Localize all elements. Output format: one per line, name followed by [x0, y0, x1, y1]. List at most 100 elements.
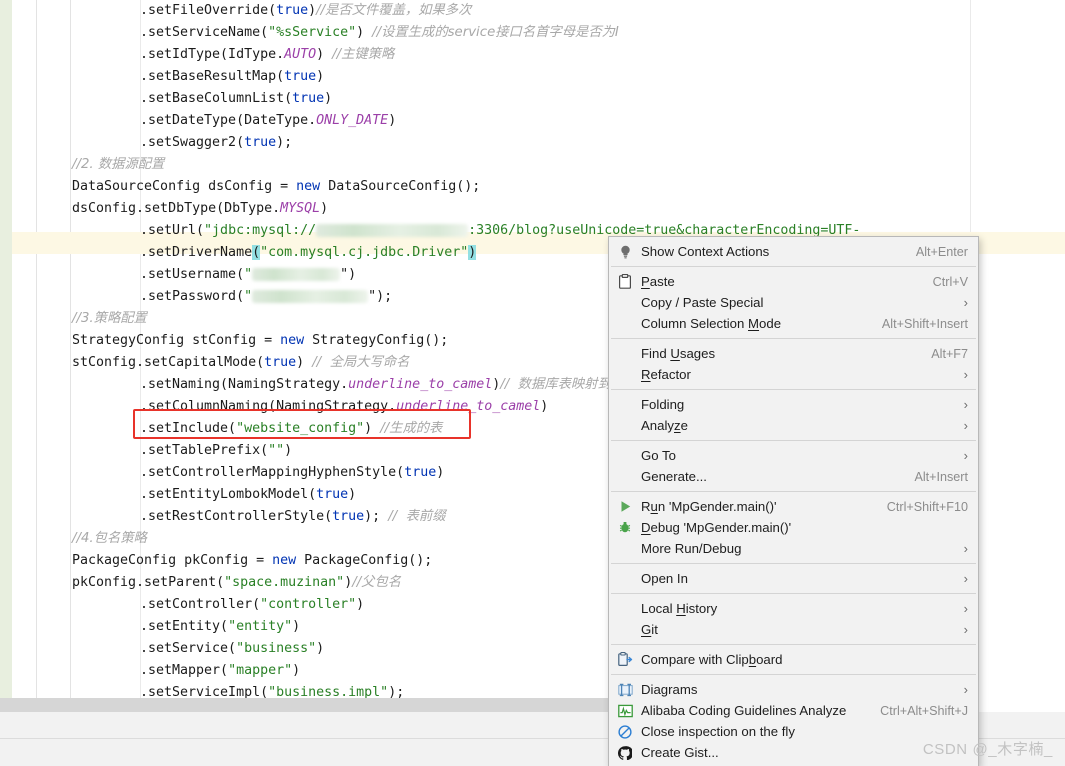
code-token: StrategyConfig();: [304, 333, 449, 348]
code-line: .setController("controller"): [140, 594, 364, 616]
menu-item-local-history[interactable]: Local History ›: [609, 598, 978, 619]
editor-context-menu[interactable]: Show Context Actions Alt+Enter Paste Ctrl+V…: [608, 236, 979, 766]
debug-icon: [615, 520, 635, 536]
code-token: DataSourceConfig();: [320, 179, 481, 194]
code-token: // 全局大写命名: [312, 355, 410, 370]
vcs-change-marker-strip: [0, 0, 12, 712]
menu-item-label: Show Context Actions: [641, 244, 770, 259]
chevron-right-icon: ›: [963, 367, 968, 382]
code-line: .setDriverName("com.mysql.cj.jdbc.Driver…: [140, 242, 477, 264]
code-token: .setIdType(IdType.: [140, 47, 285, 62]
code-token: (: [252, 245, 261, 260]
code-token: true: [292, 91, 325, 106]
menu-item-generate[interactable]: Generate... Alt+Insert: [609, 466, 978, 487]
menu-item-label: Open In: [641, 571, 688, 586]
code-line: .setEntity("entity"): [140, 616, 300, 638]
menu-item-git[interactable]: Git ›: [609, 619, 978, 640]
code-token: "entity": [228, 619, 293, 634]
code-token: true: [276, 3, 309, 18]
menu-item-copy-paste-special[interactable]: Copy / Paste Special ›: [609, 292, 978, 313]
menu-item-show-context-actions[interactable]: Show Context Actions Alt+Enter: [609, 241, 978, 262]
menu-item-label: Git: [641, 622, 658, 637]
code-line: .setEntityLombokModel(true): [140, 484, 356, 506]
code-token: .setController(: [140, 597, 261, 612]
menu-item-analyze[interactable]: Analyze ›: [609, 415, 978, 436]
code-token: "%sService": [268, 25, 357, 40]
menu-item-diagrams[interactable]: Diagrams ›: [609, 679, 978, 700]
menu-separator: [611, 389, 976, 390]
code-line: .setPassword(" ");: [140, 286, 392, 308]
menu-item-alibaba-analyze[interactable]: Alibaba Coding Guidelines Analyze Ctrl+Al…: [609, 700, 978, 721]
code-token: ): [296, 355, 313, 370]
code-token: );: [276, 135, 293, 150]
menu-item-shortcut: Ctrl+V: [932, 274, 968, 289]
code-token: .setServiceName(: [140, 25, 269, 40]
code-token: .setRestControllerStyle(: [140, 509, 333, 524]
menu-item-folding[interactable]: Folding ›: [609, 394, 978, 415]
code-token: "space.muzinan": [224, 575, 345, 590]
menu-item-open-in[interactable]: Open In ›: [609, 568, 978, 589]
menu-item-find-usages[interactable]: Find Usages Alt+F7: [609, 343, 978, 364]
menu-item-compare-with-clipboard[interactable]: Compare with Clipboard: [609, 649, 978, 670]
code-token: new: [272, 553, 297, 568]
menu-item-label: Generate...: [641, 469, 707, 484]
menu-item-label: Copy / Paste Special: [641, 295, 764, 310]
code-token: .setService(: [140, 641, 237, 656]
code-line: //3.策略配置: [72, 308, 147, 330]
code-token: .setUrl(: [140, 223, 205, 238]
menu-item-paste[interactable]: Paste Ctrl+V: [609, 271, 978, 292]
code-token: new: [280, 333, 305, 348]
menu-item-no-icon: [615, 541, 635, 557]
menu-item-no-icon: [615, 418, 635, 434]
run-icon: [615, 499, 635, 515]
chevron-right-icon: ›: [963, 601, 968, 616]
code-token: DataSourceConfig dsConfig =: [72, 179, 297, 194]
code-token: ): [316, 641, 325, 656]
chevron-right-icon: ›: [963, 682, 968, 697]
menu-item-go-to[interactable]: Go To ›: [609, 445, 978, 466]
code-token: stConfig.setCapitalMode(: [72, 355, 265, 370]
code-token: .setEntity(: [140, 619, 229, 634]
lightbulb-icon: [615, 244, 635, 260]
code-line: .setRestControllerStyle(true); // 表前缀: [140, 506, 446, 528]
menu-item-label: Alibaba Coding Guidelines Analyze: [641, 703, 847, 718]
code-line: .setInclude("website_config") //生成的表: [140, 418, 442, 440]
diagrams-icon: [615, 682, 635, 698]
code-line: .setBaseColumnList(true): [140, 88, 332, 110]
menu-item-column-selection-mode[interactable]: Column Selection Mode Alt+Shift+Insert: [609, 313, 978, 334]
chevron-right-icon: ›: [963, 541, 968, 556]
menu-separator: [611, 593, 976, 594]
code-token: // 数据库表映射到: [500, 377, 611, 392]
menu-separator: [611, 644, 976, 645]
chevron-right-icon: ›: [963, 448, 968, 463]
menu-item-label: Refactor: [641, 367, 691, 382]
horizontal-scrollbar[interactable]: [0, 698, 608, 712]
code-token: "website_config": [236, 421, 365, 436]
menu-item-more-run-debug[interactable]: More Run/Debug ›: [609, 538, 978, 559]
menu-item-refactor[interactable]: Refactor ›: [609, 364, 978, 385]
menu-item-no-icon: [615, 295, 635, 311]
menu-item-label: Diagrams: [641, 682, 698, 697]
menu-item-shortcut: Alt+F7: [931, 346, 968, 361]
menu-separator: [611, 440, 976, 441]
menu-item-no-icon: [615, 346, 635, 362]
code-token: true: [404, 465, 437, 480]
code-token: "): [340, 267, 357, 282]
code-token: ): [284, 443, 293, 458]
code-token: .setBaseResultMap(: [140, 69, 285, 84]
menu-item-run-main[interactable]: Run 'MpGender.main()' Ctrl+Shift+F10: [609, 496, 978, 517]
code-token: // 表前缀: [388, 509, 446, 524]
menu-item-no-icon: [615, 367, 635, 383]
menu-item-debug-main[interactable]: Debug 'MpGender.main()': [609, 517, 978, 538]
code-line: .setService("business"): [140, 638, 324, 660]
menu-item-label: Folding: [641, 397, 685, 412]
code-token: ): [388, 113, 397, 128]
code-token: ): [356, 25, 373, 40]
code-token: pkConfig.setParent(: [72, 575, 225, 590]
code-line: .setNaming(NamingStrategy.underline_to_c…: [140, 374, 611, 396]
code-token: underline_to_camel: [396, 399, 541, 414]
code-token: .setSwagger2(: [140, 135, 245, 150]
menu-item-no-icon: [615, 601, 635, 617]
code-token: //是否文件覆盖，如果多次: [316, 3, 472, 18]
gutter-divider-left: [36, 0, 37, 712]
